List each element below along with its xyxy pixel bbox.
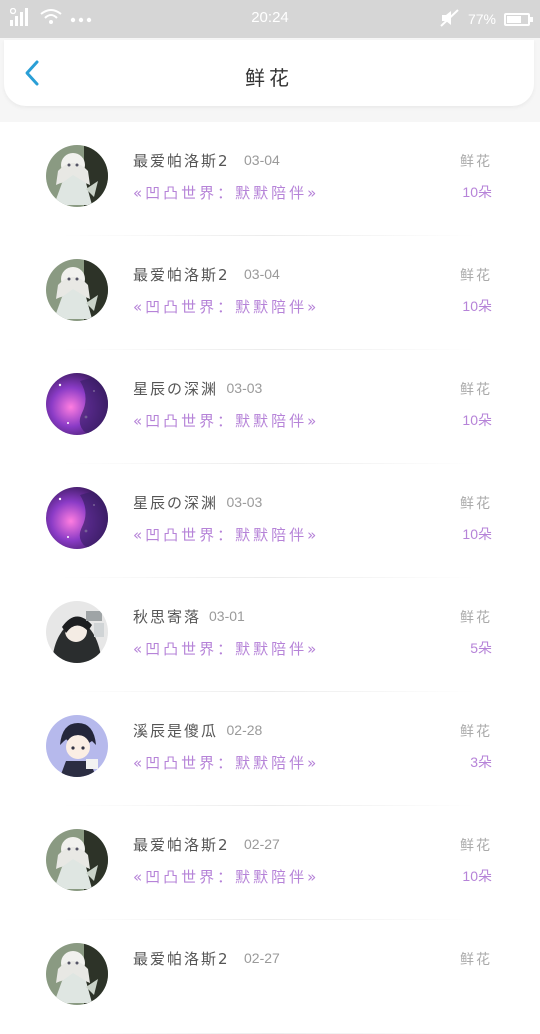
gift-date: 03-03 [226, 494, 263, 510]
sender-name[interactable]: 溪辰是傻瓜 [133, 720, 218, 741]
avatar[interactable] [46, 715, 108, 777]
gift-date: 02-27 [244, 836, 280, 852]
avatar[interactable] [46, 259, 108, 321]
gift-count: 10朵 [462, 526, 492, 542]
gift-count: 10朵 [462, 184, 492, 200]
sender-name[interactable]: 最爱帕洛斯2 [133, 150, 230, 171]
sender-name[interactable]: 星辰の深渊 [133, 492, 218, 513]
gift-date: 03-01 [209, 608, 245, 624]
sender-name[interactable]: 秋思寄落 [133, 606, 201, 627]
list-item[interactable]: 最爱帕洛斯2 03-04 «凹凸世界：默默陪伴» 鲜花 10朵 [0, 122, 540, 236]
avatar[interactable] [46, 829, 108, 891]
gift-count: 10朵 [462, 868, 492, 884]
status-right: 77% [440, 8, 533, 30]
battery-icon [504, 12, 533, 26]
avatar[interactable] [46, 487, 108, 549]
story-title[interactable]: «凹凸世界：默默陪伴» [133, 524, 319, 545]
list-item[interactable]: 最爱帕洛斯2 02-27 «凹凸世界：默默陪伴» 鲜花 10朵 [0, 806, 540, 920]
list-item[interactable]: 星辰の深渊 03-03 «凹凸世界：默默陪伴» 鲜花 10朵 [0, 350, 540, 464]
avatar[interactable] [46, 373, 108, 435]
gift-count: 10朵 [462, 298, 492, 314]
gift-type: 鲜花 [460, 838, 492, 854]
gift-type: 鲜花 [460, 952, 492, 968]
mute-icon [440, 8, 460, 30]
sender-name[interactable]: 最爱帕洛斯2 [133, 948, 230, 969]
list-item[interactable]: 星辰の深渊 03-03 «凹凸世界：默默陪伴» 鲜花 10朵 [0, 464, 540, 578]
status-bar: 20:24 77% [0, 0, 540, 38]
list-item[interactable]: 最爱帕洛斯2 02-27 鲜花 [0, 920, 540, 1034]
avatar[interactable] [46, 943, 108, 1005]
gift-date: 03-04 [244, 266, 280, 282]
gift-count: 10朵 [462, 412, 492, 428]
sender-name[interactable]: 最爱帕洛斯2 [133, 834, 230, 855]
avatar[interactable] [46, 145, 108, 207]
gift-count: 5朵 [470, 640, 492, 656]
story-title[interactable]: «凹凸世界：默默陪伴» [133, 410, 319, 431]
story-title[interactable]: «凹凸世界：默默陪伴» [133, 638, 319, 659]
sender-name[interactable]: 星辰の深渊 [133, 378, 218, 399]
header-area: 鲜花 [0, 38, 540, 122]
gift-type: 鲜花 [460, 268, 492, 284]
list-item[interactable]: 溪辰是傻瓜 02-28 «凹凸世界：默默陪伴» 鲜花 3朵 [0, 692, 540, 806]
gift-type: 鲜花 [460, 382, 492, 398]
gift-date: 02-27 [244, 950, 280, 966]
story-title[interactable]: «凹凸世界：默默陪伴» [133, 752, 319, 773]
gift-date: 03-04 [244, 152, 280, 168]
list-item[interactable]: 最爱帕洛斯2 03-04 «凹凸世界：默默陪伴» 鲜花 10朵 [0, 236, 540, 350]
story-title[interactable]: «凹凸世界：默默陪伴» [133, 296, 319, 317]
gift-type: 鲜花 [460, 496, 492, 512]
page-title: 鲜花 [245, 66, 293, 90]
flower-record-list: 最爱帕洛斯2 03-04 «凹凸世界：默默陪伴» 鲜花 10朵 最爱帕洛斯2 03-04 «凹… [0, 122, 540, 1034]
gift-type: 鲜花 [460, 610, 492, 626]
sender-name[interactable]: 最爱帕洛斯2 [133, 264, 230, 285]
gift-date: 02-28 [226, 722, 263, 738]
gift-type: 鲜花 [460, 724, 492, 740]
story-title[interactable]: «凹凸世界：默默陪伴» [133, 182, 319, 203]
gift-date: 03-03 [226, 380, 263, 396]
avatar[interactable] [46, 601, 108, 663]
battery-percent: 77% [467, 11, 496, 27]
gift-count: 3朵 [470, 754, 492, 770]
story-title[interactable]: «凹凸世界：默默陪伴» [133, 866, 319, 887]
gift-type: 鲜花 [460, 154, 492, 170]
nav-header: 鲜花 [4, 40, 534, 106]
list-item[interactable]: 秋思寄落 03-01 «凹凸世界：默默陪伴» 鲜花 5朵 [0, 578, 540, 692]
